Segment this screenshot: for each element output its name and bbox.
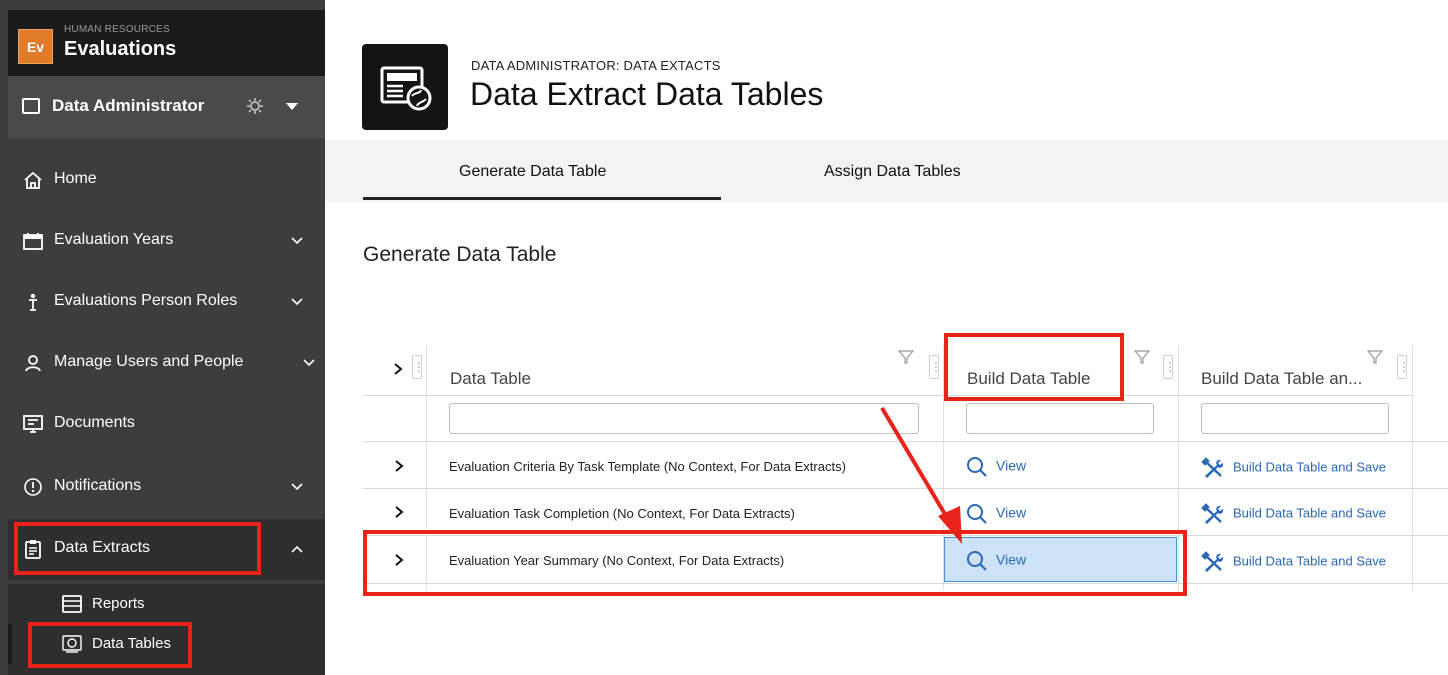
sidebar-subitem-reports[interactable]: Reports — [8, 584, 325, 624]
table-row-name: Evaluation Criteria By Task Template (No… — [449, 459, 846, 474]
filter-input-build-data-table[interactable] — [966, 403, 1154, 434]
app-header: Ev HUMAN RESOURCES Evaluations — [8, 10, 325, 76]
sidebar-item-label: Documents — [54, 414, 135, 431]
column-header-data-table[interactable]: Data Table — [450, 369, 531, 389]
column-menu-handle[interactable] — [1397, 355, 1407, 379]
build-and-save-label: Build Data Table and Save — [1233, 505, 1386, 521]
highlight-box-data-tables — [28, 622, 192, 668]
tab-assign-data-tables[interactable]: Assign Data Tables — [824, 163, 961, 181]
sidebar-item-manage-users[interactable]: Manage Users and People — [8, 333, 325, 394]
tools-icon — [1201, 503, 1224, 524]
tools-icon — [1201, 457, 1224, 478]
chevron-down-icon[interactable] — [289, 294, 305, 310]
column-menu-handle[interactable] — [929, 355, 939, 379]
sidebar-subitem-label: Reports — [92, 595, 145, 612]
sidebar-item-person-roles[interactable]: Evaluations Person Roles — [8, 272, 325, 333]
app-logo: Ev — [18, 29, 53, 64]
grid-divider — [363, 395, 1413, 396]
view-label: View — [996, 457, 1027, 474]
role-label: Data Administrator — [52, 96, 205, 115]
view-label: View — [996, 504, 1027, 521]
role-selector[interactable]: Data Administrator — [8, 76, 325, 138]
chevron-down-icon[interactable] — [289, 479, 305, 495]
row-expand-icon[interactable] — [393, 505, 405, 519]
chevron-down-icon[interactable] — [301, 355, 317, 371]
role-icon — [22, 98, 40, 114]
sidebar-item-documents[interactable]: Documents — [8, 394, 325, 455]
chevron-down-icon[interactable] — [286, 103, 298, 110]
app-subtitle: HUMAN RESOURCES — [64, 24, 170, 35]
build-and-save-link[interactable]: Build Data Table and Save — [1201, 457, 1386, 479]
page-title: Data Extract Data Tables — [470, 76, 824, 112]
tools-icon — [1201, 551, 1224, 572]
expand-all-icon[interactable] — [392, 362, 404, 376]
sidebar-item-label: Notifications — [54, 477, 142, 494]
chevron-up-icon[interactable] — [289, 541, 305, 557]
table-row-name: Evaluation Task Completion (No Context, … — [449, 506, 795, 521]
filter-icon[interactable] — [1367, 350, 1383, 364]
page-icon — [362, 44, 448, 130]
sidebar-item-evaluation-years[interactable]: Evaluation Years — [8, 211, 325, 272]
column-header-build-and-save[interactable]: Build Data Table an... — [1201, 369, 1362, 389]
sidebar-item-label: Home — [54, 170, 97, 187]
highlight-box-build-column — [944, 333, 1124, 401]
sidebar-item-home[interactable]: Home — [8, 150, 325, 211]
alert-icon — [24, 478, 42, 496]
tab-generate-data-table[interactable]: Generate Data Table — [459, 163, 606, 181]
reports-icon — [62, 595, 82, 613]
column-menu-handle[interactable] — [1163, 355, 1173, 379]
section-title: Generate Data Table — [363, 243, 557, 266]
data-extract-icon — [380, 66, 432, 111]
grid-divider — [1412, 345, 1413, 590]
breadcrumb: DATA ADMINISTRATOR: DATA EXTACTS — [471, 58, 721, 73]
users-icon — [25, 355, 41, 372]
sidebar-item-notifications[interactable]: Notifications — [8, 457, 325, 518]
filter-icon[interactable] — [898, 350, 914, 364]
sidebar-item-label: Manage Users and People — [54, 353, 244, 370]
role-settings-icon[interactable] — [246, 97, 264, 115]
active-tab-indicator — [363, 197, 721, 200]
calendar-icon — [23, 233, 43, 250]
build-and-save-label: Build Data Table and Save — [1233, 459, 1386, 475]
chevron-down-icon[interactable] — [289, 233, 305, 249]
annotation-arrow — [880, 406, 962, 544]
sidebar-item-label: Evaluation Years — [54, 231, 174, 248]
filter-input-data-table[interactable] — [449, 403, 919, 434]
filter-icon[interactable] — [1134, 350, 1150, 364]
filter-input-build-and-save[interactable] — [1201, 403, 1389, 434]
active-indicator — [8, 624, 12, 664]
highlight-box-selected-row — [363, 530, 1187, 596]
build-and-save-label: Build Data Table and Save — [1233, 553, 1386, 569]
app-title: Evaluations — [64, 38, 177, 60]
build-and-save-link[interactable]: Build Data Table and Save — [1201, 551, 1386, 573]
build-and-save-link[interactable]: Build Data Table and Save — [1201, 503, 1386, 525]
sidebar-item-label: Evaluations Person Roles — [54, 292, 238, 309]
person-icon — [29, 293, 37, 311]
column-menu-handle[interactable] — [412, 355, 422, 379]
highlight-box-data-extracts — [14, 522, 261, 575]
row-expand-icon[interactable] — [393, 459, 405, 473]
home-icon — [24, 171, 42, 189]
documents-icon — [23, 415, 43, 433]
